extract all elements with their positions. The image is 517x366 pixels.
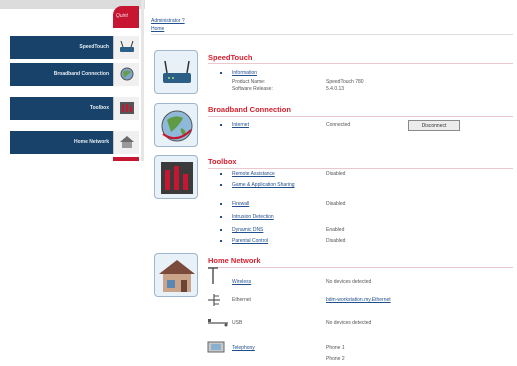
wireless-link[interactable]: Wireless <box>232 279 251 285</box>
broadband-section-icon <box>154 103 198 147</box>
intrusion-detection-link[interactable]: Intrusion Detection <box>232 214 274 220</box>
disconnect-button[interactable]: Disconnect <box>408 120 460 131</box>
dynamic-dns-link[interactable]: Dynamic DNS <box>232 227 263 233</box>
speedtouch-rule <box>208 63 513 64</box>
antenna-icon <box>208 267 218 284</box>
nav-item-broadband[interactable]: Broadband Connection <box>10 63 113 86</box>
ethernet-icon <box>208 294 220 306</box>
wireless-value: No devices detected <box>326 279 372 285</box>
bullet <box>220 229 222 231</box>
brand-logo-text: Quint <box>116 13 128 19</box>
bullet <box>220 173 222 175</box>
software-release-label: Software Release: <box>232 86 273 92</box>
bullet <box>220 240 222 242</box>
parental-control-value: Disabled <box>326 238 346 244</box>
usb-label: USB <box>232 320 243 326</box>
phone-icon <box>207 341 225 353</box>
bullet <box>220 72 222 74</box>
breadcrumb-parent[interactable]: Administrator ? <box>151 18 185 24</box>
speedtouch-title: SpeedTouch <box>208 53 253 62</box>
usb-icon <box>208 319 228 327</box>
nav-item-speedtouch[interactable]: SpeedTouch <box>10 36 113 59</box>
usb-value: No devices detected <box>326 320 372 326</box>
breadcrumb-divider <box>151 34 513 35</box>
telephony-value-1: Phone 1 <box>326 345 345 351</box>
dynamic-dns-value: Enabled <box>326 227 345 233</box>
toolbox-icon[interactable] <box>113 97 139 120</box>
connection-status: Connected <box>326 122 351 128</box>
house-icon[interactable] <box>113 131 139 154</box>
speedtouch-section-icon <box>154 50 198 94</box>
breadcrumb-current[interactable]: Home <box>151 26 164 32</box>
ethernet-label: Ethernet <box>232 297 251 303</box>
toolbox-section-icon <box>154 155 198 199</box>
toolbox-rule <box>208 168 513 169</box>
telephony-link[interactable]: Telephony <box>232 345 255 351</box>
bullet <box>220 124 222 126</box>
software-release-value: 5.4.0.13 <box>326 86 345 92</box>
globe-icon[interactable] <box>113 63 139 86</box>
toolbox-title: Toolbox <box>208 157 237 166</box>
remote-assistance-value: Disabled <box>326 171 346 177</box>
ethernet-device-link[interactable]: bdm-workstation.my.Ethernet <box>326 297 391 303</box>
home-network-section-icon <box>154 253 198 297</box>
nav-item-home-network[interactable]: Home Network <box>10 131 113 154</box>
game-sharing-link[interactable]: Game & Application Sharing <box>232 182 312 188</box>
brand-logo[interactable]: Quint <box>113 6 139 28</box>
parental-control-link[interactable]: Parental Control <box>232 238 268 244</box>
information-link[interactable]: Information <box>232 70 257 76</box>
remote-assistance-link[interactable]: Remote Assistance <box>232 171 275 177</box>
nav-item-toolbox[interactable]: Toolbox <box>10 97 113 120</box>
router-icon[interactable] <box>113 36 139 59</box>
internet-link[interactable]: Internet <box>232 122 249 128</box>
broadband-title: Broadband Connection <box>208 105 291 114</box>
firewall-link[interactable]: Firewall <box>232 201 249 207</box>
bullet <box>220 184 222 186</box>
nav-divider <box>141 0 144 161</box>
bullet <box>220 203 222 205</box>
product-name-label: Product Name: <box>232 79 266 85</box>
home-network-title: Home Network <box>208 256 261 265</box>
broadband-rule <box>208 116 513 117</box>
firewall-value: Disabled <box>326 201 346 207</box>
bullet <box>220 216 222 218</box>
nav-bottom-accent <box>113 157 139 161</box>
product-name-value: SpeedTouch 780 <box>326 79 364 85</box>
home-network-rule <box>208 267 513 268</box>
telephony-value-2: Phone 2 <box>326 356 345 362</box>
